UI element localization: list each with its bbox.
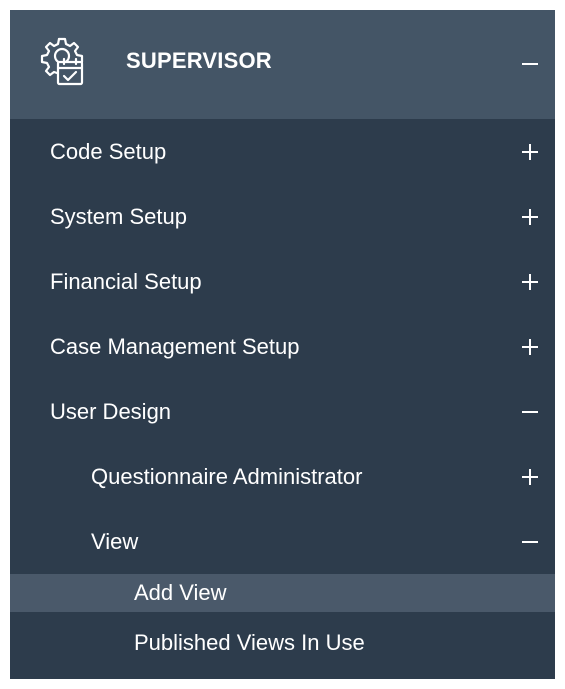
supervisor-menu-panel: SUPERVISOR Code Setup System Setup Finan… [10,10,555,679]
menu-item-view[interactable]: View [10,509,555,574]
gear-calendar-icon [40,37,84,86]
expand-icon[interactable] [520,142,540,162]
menu-item-code-setup[interactable]: Code Setup [10,119,555,184]
menu-item-label: Case Management Setup [50,333,300,359]
menu-item-questionnaire-administrator[interactable]: Questionnaire Administrator [10,444,555,509]
menu-item-published-views-in-use[interactable]: Published Views In Use [10,612,555,674]
section-title: SUPERVISOR [126,48,272,73]
expand-icon[interactable] [520,207,540,227]
menu-item-user-design[interactable]: User Design [10,379,555,444]
menu-item-financial-setup[interactable]: Financial Setup [10,249,555,314]
collapse-icon[interactable] [520,532,540,552]
menu-item-label: View [91,528,139,554]
menu-item-label: User Design [50,398,172,424]
menu-item-label: Questionnaire Administrator [91,463,363,489]
expand-icon[interactable] [520,337,540,357]
menu-item-case-management-setup[interactable]: Case Management Setup [10,314,555,379]
menu-item-system-setup[interactable]: System Setup [10,184,555,249]
expand-icon[interactable] [520,272,540,292]
collapse-icon[interactable] [520,54,540,74]
expand-icon[interactable] [520,467,540,487]
menu-item-label: Financial Setup [50,268,202,294]
menu-item-add-view[interactable]: Add View [10,574,555,612]
menu-item-label: Code Setup [50,138,167,164]
menu-item-label: System Setup [50,203,187,229]
supervisor-section-header[interactable]: SUPERVISOR [10,10,555,119]
collapse-icon[interactable] [520,402,540,422]
menu-item-label: Add View [134,580,227,605]
menu-item-label: Published Views In Use [134,630,365,655]
